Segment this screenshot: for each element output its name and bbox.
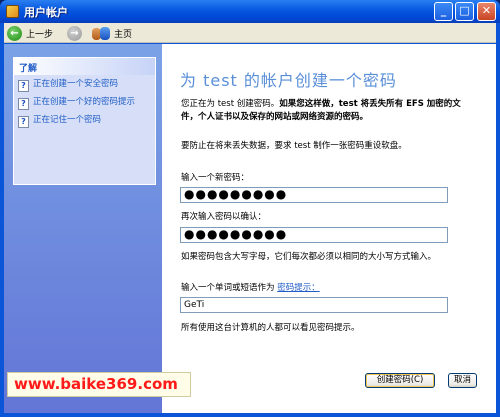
reset-disk-note: 要防止在将来丢失数据，要求 test 制作一张密码重设软盘。 bbox=[181, 141, 407, 151]
title-bar[interactable]: 用户帐户 _ □ ✕ bbox=[0, 0, 500, 23]
new-password-label: 输入一个新密码： bbox=[181, 173, 250, 183]
back-label: 上一步 bbox=[26, 29, 54, 40]
help-icon: ? bbox=[18, 80, 29, 92]
sidebar-item-label: 正在记住一个密码 bbox=[33, 115, 102, 125]
user-accounts-window: 用户帐户 _ □ ✕ ← 上一步 → 主页 了解 ? 正在创建一个安全密码 ? … bbox=[0, 0, 500, 417]
sidebar-item-secure-password[interactable]: ? 正在创建一个安全密码 bbox=[14, 78, 155, 93]
sidebar-item-remember-password[interactable]: ? 正在记住一个密码 bbox=[14, 114, 155, 129]
password-hint-field[interactable]: GeTi bbox=[180, 297, 448, 313]
site-watermark: www.baike369.com bbox=[7, 372, 191, 397]
create-password-button[interactable]: 创建密码(C) bbox=[365, 373, 435, 388]
minimize-button[interactable]: _ bbox=[434, 2, 453, 21]
hint-visibility-note: 所有使用这台计算机的人都可以看见密码提示。 bbox=[181, 323, 360, 333]
back-button[interactable]: ← 上一步 bbox=[7, 25, 53, 41]
sidebar-item-label: 正在创建一个安全密码 bbox=[33, 79, 119, 89]
learn-about-box: 了解 ? 正在创建一个安全密码 ? 正在创建一个好的密码提示 ? 正在记住一个密… bbox=[13, 57, 156, 185]
sidebar-item-password-hint[interactable]: ? 正在创建一个好的密码提示 bbox=[14, 96, 155, 111]
forward-button[interactable]: → bbox=[67, 25, 82, 41]
new-password-field[interactable]: ●●●●●●●●● bbox=[180, 187, 448, 203]
password-hint-link[interactable]: 密码提示： bbox=[277, 283, 320, 293]
sidebar-item-label: 正在创建一个好的密码提示 bbox=[33, 97, 136, 107]
main-content: 为 test 的帐户创建一个密码 您正在为 test 创建密码。如果您这样做，t… bbox=[162, 44, 496, 413]
user-accounts-icon bbox=[6, 5, 19, 18]
task-pane: 了解 ? 正在创建一个安全密码 ? 正在创建一个好的密码提示 ? 正在记住一个密… bbox=[4, 44, 162, 413]
window-title: 用户帐户 bbox=[24, 6, 68, 19]
forward-arrow-icon: → bbox=[67, 25, 82, 41]
help-icon: ? bbox=[18, 116, 29, 128]
maximize-button[interactable]: □ bbox=[455, 2, 474, 21]
efs-warning: 您正在为 test 创建密码。如果您这样做，test 将丢失所有 EFS 加密的… bbox=[181, 98, 471, 124]
help-icon: ? bbox=[18, 98, 29, 110]
learn-about-title: 了解 bbox=[14, 58, 155, 75]
home-users-icon bbox=[92, 26, 110, 41]
back-arrow-icon: ← bbox=[7, 25, 22, 41]
case-sensitivity-note: 如果密码包含大写字母，它们每次都必须以相同的大小写方式输入。 bbox=[181, 252, 437, 262]
home-label: 主页 bbox=[114, 29, 133, 40]
page-title: 为 test 的帐户创建一个密码 bbox=[180, 71, 397, 90]
confirm-password-label: 再次输入密码以确认： bbox=[181, 212, 267, 222]
close-button[interactable]: ✕ bbox=[477, 2, 496, 21]
hint-prefix: 输入一个单词或短语作为 bbox=[181, 283, 275, 293]
home-button[interactable]: 主页 bbox=[92, 25, 132, 41]
hint-label: 输入一个单词或短语作为 密码提示： bbox=[181, 282, 471, 295]
confirm-password-field[interactable]: ●●●●●●●●● bbox=[180, 227, 448, 243]
cancel-button[interactable]: 取消 bbox=[448, 373, 477, 388]
intro-text: 您正在为 test 创建密码。 bbox=[181, 99, 280, 109]
toolbar: ← 上一步 → 主页 bbox=[4, 23, 496, 43]
